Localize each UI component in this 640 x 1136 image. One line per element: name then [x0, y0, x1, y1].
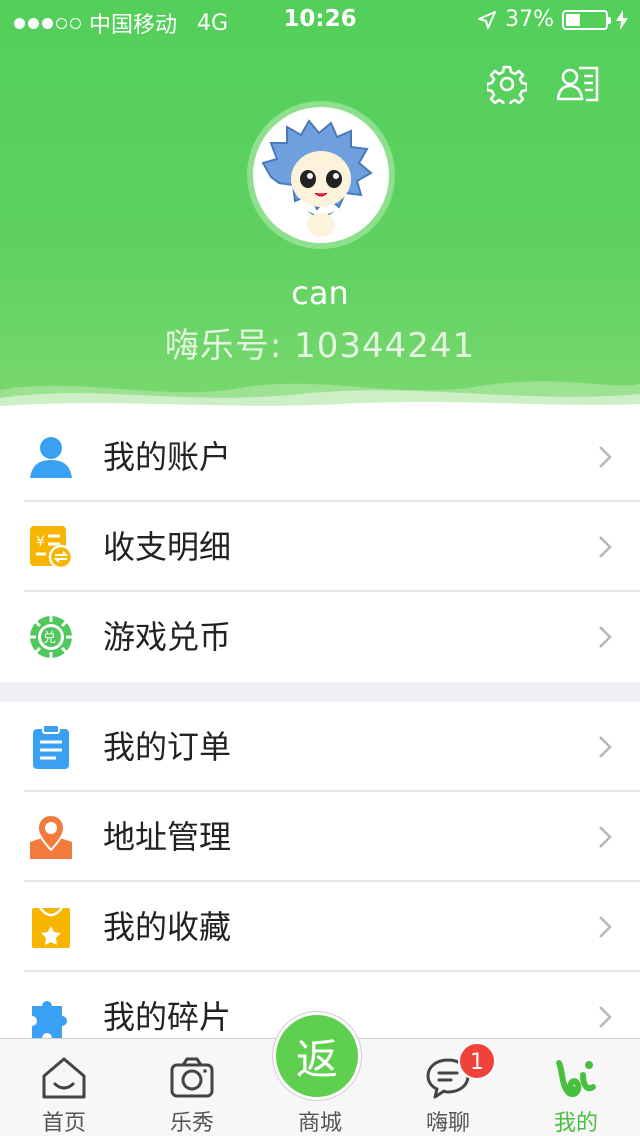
chevron-right-icon [599, 916, 612, 938]
svg-text:兑: 兑 [43, 631, 56, 646]
menu-item-label: 收支明细 [103, 528, 232, 566]
menu-item-label: 我的碎片 [103, 998, 232, 1036]
status-right: 37% [477, 7, 628, 32]
location-arrow-icon [478, 10, 497, 29]
status-bar: 中国移动 4G 10:26 37% [0, 0, 640, 40]
menu-item-label: 游戏兑币 [103, 618, 232, 656]
menu-item-account[interactable]: 我的账户 [0, 412, 640, 502]
bill-icon: ¥ [28, 524, 74, 570]
puzzle-icon [28, 994, 74, 1038]
menu-item-label: 我的账户 [103, 438, 232, 476]
tab-label: 乐秀 [169, 1111, 214, 1136]
menu-group-shop: 我的订单 地址管理 我的收藏 我的碎片 [0, 702, 640, 1038]
menu-item-label: 地址管理 [103, 818, 232, 856]
header-wave [0, 381, 640, 412]
return-icon[interactable]: 返 [273, 1012, 361, 1100]
chevron-right-icon [599, 826, 612, 848]
tab-label: 商城 [297, 1111, 342, 1136]
battery-percent: 37% [505, 7, 554, 32]
menu-item-bills[interactable]: ¥ 收支明细 [0, 502, 640, 592]
tab-home[interactable]: 首页 [0, 1039, 128, 1136]
menu-item-orders[interactable]: 我的订单 [0, 702, 640, 792]
svg-text:¥: ¥ [36, 534, 45, 550]
profile-logo-icon [552, 1055, 600, 1101]
profile-header: 中国移动 4G 10:26 37% can 嗨乐号: 10344241 [0, 0, 640, 412]
menu-item-label: 我的收藏 [103, 908, 232, 946]
camera-icon [168, 1055, 216, 1101]
tab-show[interactable]: 乐秀 [128, 1039, 256, 1136]
menu-group-account: 我的账户 ¥ 收支明细 兑 游戏兑币 [0, 412, 640, 682]
home-icon [40, 1055, 88, 1101]
tab-label: 嗨聊 [425, 1111, 470, 1136]
charging-bolt-icon [616, 9, 628, 30]
menu-item-game-coins[interactable]: 兑 游戏兑币 [0, 592, 640, 682]
menu-item-address[interactable]: 地址管理 [0, 792, 640, 882]
user-icon [28, 434, 74, 480]
tab-label: 我的 [553, 1111, 598, 1136]
chevron-right-icon [599, 736, 612, 758]
avatar[interactable] [247, 101, 395, 249]
contacts-button[interactable] [556, 62, 600, 106]
chevron-right-icon [599, 446, 612, 468]
contact-card-icon [557, 66, 599, 102]
chat-unread-badge: 1 [458, 1042, 496, 1080]
location-pin-icon [28, 814, 74, 860]
gear-icon [487, 65, 527, 104]
user-id: 嗨乐号: 10344241 [164, 326, 476, 366]
chevron-right-icon [599, 626, 612, 648]
tab-label: 首页 [41, 1111, 86, 1136]
favorite-bag-icon [28, 904, 74, 950]
battery-icon [562, 9, 611, 30]
center-button-glyph: 返 [295, 1034, 338, 1084]
clipboard-icon [28, 724, 74, 770]
chevron-right-icon [599, 536, 612, 558]
chevron-right-icon [599, 1006, 612, 1028]
avatar-image [253, 107, 389, 243]
tab-mine[interactable]: 我的 [512, 1039, 640, 1136]
username: can [291, 274, 349, 312]
settings-button[interactable] [485, 62, 529, 106]
coin-exchange-icon: 兑 [28, 614, 74, 660]
menu-item-label: 我的订单 [103, 728, 232, 766]
menu-item-favorites[interactable]: 我的收藏 [0, 882, 640, 972]
mascot-avatar-icon [261, 119, 373, 237]
